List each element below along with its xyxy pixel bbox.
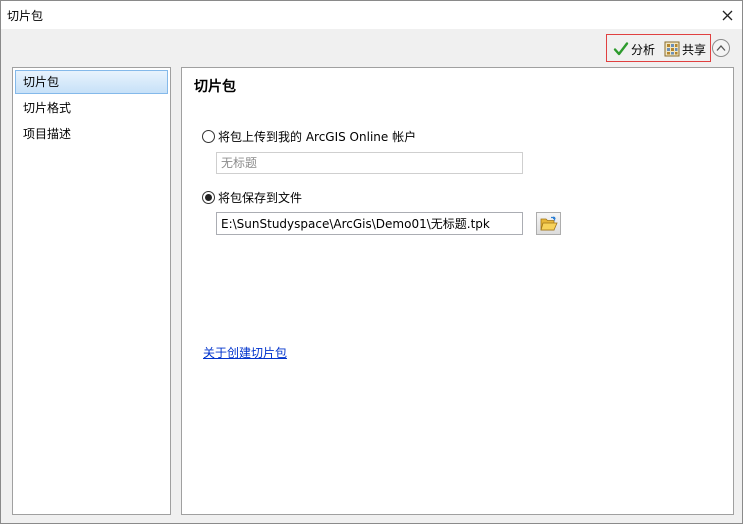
- close-button[interactable]: [712, 1, 742, 29]
- checkmark-icon: [613, 41, 629, 57]
- upload-name-input[interactable]: [216, 152, 523, 174]
- analyze-label: 分析: [631, 42, 656, 57]
- save-option-label: 将包保存到文件: [218, 190, 303, 205]
- browse-folder-button[interactable]: [536, 212, 561, 235]
- sidebar-item-tile-package[interactable]: 切片包: [15, 70, 168, 94]
- sidebar-item-label: 切片格式: [23, 101, 72, 115]
- sidebar-item-label: 项目描述: [23, 127, 72, 141]
- radio-unchecked-icon: [202, 129, 215, 143]
- help-link[interactable]: 关于创建切片包: [203, 344, 287, 361]
- sidebar-item-label: 切片包: [23, 75, 60, 89]
- share-grid-icon: [664, 41, 680, 57]
- toolbar-highlight-group: 分析 共享: [606, 34, 711, 62]
- folder-open-icon: [539, 215, 558, 230]
- radio-checked-icon: [202, 190, 215, 204]
- dialog-window: 切片包 分析 共享 切片包 切片格式 项目描述 切片包 将包上传到我的 ArcG…: [0, 0, 743, 524]
- analyze-button[interactable]: 分析: [613, 39, 655, 59]
- window-title: 切片包: [7, 9, 44, 23]
- upload-option-radio[interactable]: 将包上传到我的 ArcGIS Online 帐户: [202, 128, 416, 144]
- page-title: 切片包: [194, 79, 236, 95]
- collapse-button[interactable]: [712, 39, 730, 57]
- sidebar-item-tile-format[interactable]: 切片格式: [15, 96, 168, 120]
- chevron-up-icon: [716, 45, 726, 51]
- title-bar: 切片包: [1, 1, 742, 29]
- sidebar-nav: 切片包 切片格式 项目描述: [12, 67, 171, 515]
- file-path-input[interactable]: [216, 212, 523, 235]
- content-panel: 切片包 将包上传到我的 ArcGIS Online 帐户 将包保存到文件 关于创…: [181, 67, 734, 515]
- close-icon: [722, 10, 732, 20]
- save-to-file-radio[interactable]: 将包保存到文件: [202, 189, 302, 205]
- share-label: 共享: [682, 42, 707, 57]
- upload-option-label: 将包上传到我的 ArcGIS Online 帐户: [218, 129, 417, 144]
- sidebar-item-item-description[interactable]: 项目描述: [15, 122, 168, 146]
- share-button[interactable]: 共享: [664, 39, 706, 59]
